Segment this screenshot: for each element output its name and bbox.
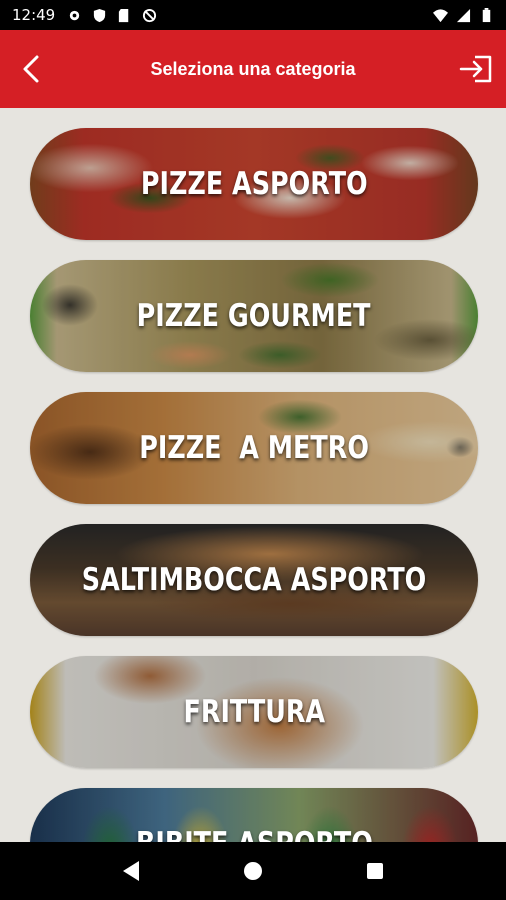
signal-icon (456, 8, 471, 22)
status-bar: 12:49 (0, 0, 506, 30)
nav-home-button[interactable] (233, 851, 273, 891)
page-title: Seleziona una categoria (150, 58, 356, 79)
nav-back-button[interactable] (111, 851, 151, 891)
shield-icon (94, 8, 106, 22)
wifi-icon (433, 8, 448, 22)
category-label: FRITTURA (183, 694, 325, 730)
square-recents-icon (367, 863, 383, 879)
chevron-left-icon (23, 55, 39, 83)
app-bar: Seleziona una categoria (0, 30, 506, 108)
status-system-icons (433, 7, 494, 23)
category-saltimbocca-asporto[interactable]: SALTIMBOCCA ASPORTO (30, 524, 478, 636)
triangle-back-icon (123, 861, 139, 881)
logout-icon (459, 55, 492, 83)
circle-home-icon (244, 862, 262, 880)
category-label: BIBITE ASPORTO (136, 826, 373, 842)
category-label: SALTIMBOCCA ASPORTO (81, 562, 427, 598)
logout-button[interactable] (458, 52, 494, 86)
nav-recents-button[interactable] (355, 851, 395, 891)
sd-card-icon (119, 8, 129, 22)
category-pizze-asporto[interactable]: PIZZE ASPORTO (30, 128, 478, 240)
settings-icon (70, 10, 80, 20)
category-label: PIZZE GOURMET (137, 298, 371, 334)
no-sync-icon (143, 8, 157, 22)
category-bibite-asporto[interactable]: BIBITE ASPORTO (30, 788, 478, 842)
category-label: PIZZE A METRO (139, 430, 369, 466)
category-pizze-gourmet[interactable]: PIZZE GOURMET (30, 260, 478, 372)
status-notification-icons (67, 8, 157, 23)
battery-icon (482, 7, 491, 22)
back-button[interactable] (16, 53, 46, 85)
category-frittura[interactable]: FRITTURA (30, 656, 478, 768)
category-pizze-a-metro[interactable]: PIZZE A METRO (30, 392, 478, 504)
category-label: PIZZE ASPORTO (140, 166, 368, 202)
category-list[interactable]: PIZZE ASPORTO PIZZE GOURMET PIZZE A METR… (0, 108, 506, 842)
system-nav-bar (0, 842, 506, 900)
status-time: 12:49 (12, 6, 56, 24)
